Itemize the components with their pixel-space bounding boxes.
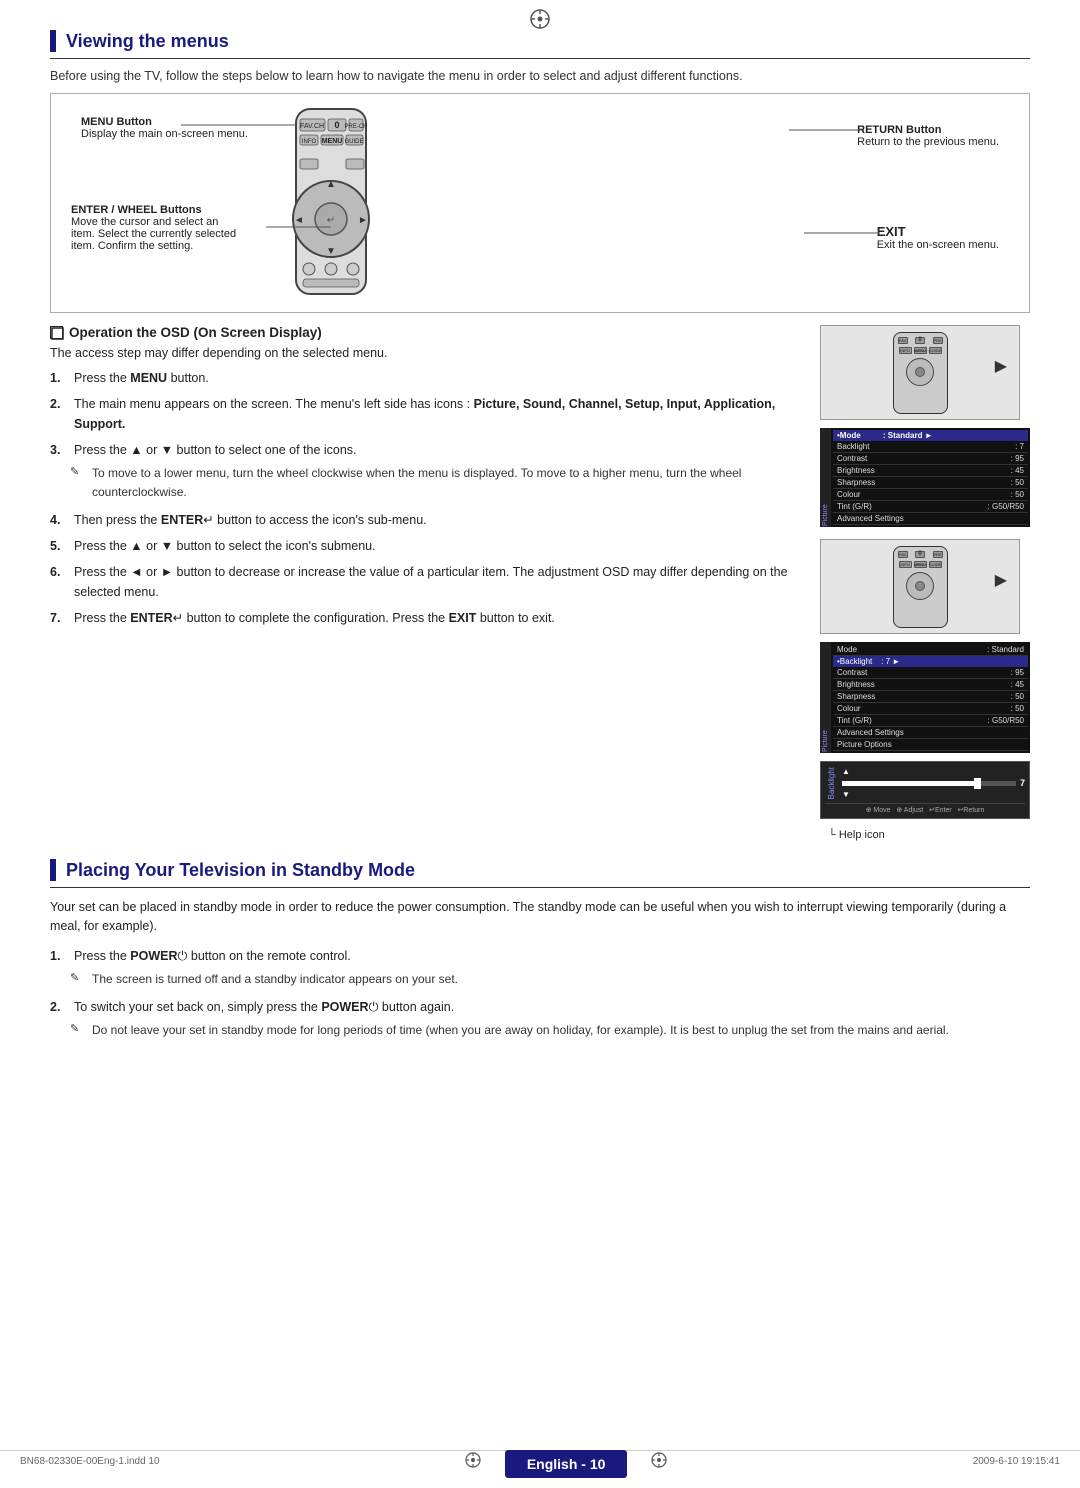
section2-intro: Your set can be placed in standby mode i…	[50, 898, 1030, 936]
exit-annotation: EXIT Exit the on-screen menu.	[877, 224, 999, 251]
bottom-right-compass	[650, 1461, 668, 1472]
svg-text:INFO: INFO	[302, 139, 317, 145]
small-remote-diagram: FAV 0 PRE INFO MENU GUIDE ▶	[820, 325, 1020, 420]
mini-remote-2: FAV 0 PRE INFO MENU GUIDE	[893, 546, 948, 628]
footer-page-label: English - 10	[505, 1450, 628, 1478]
osd-section: Operation the OSD (On Screen Display) Th…	[50, 325, 1030, 841]
svg-text:PRE-CH: PRE-CH	[344, 124, 367, 130]
remote-diagram: FAV.CH 0 PRE-CH INFO MENU GUIDE ↵	[50, 93, 1030, 313]
footer-left: BN68-02330E-00Eng-1.indd 10	[20, 1456, 160, 1467]
osd-access-step: The access step may differ depending on …	[50, 346, 800, 360]
heading-bar	[50, 30, 56, 52]
step-1: 1. Press the MENU button.	[50, 368, 800, 388]
mini-nav-circle-2	[906, 572, 934, 600]
menu-screenshot-2: Picture Mode: Standard •Backlight : 7 ► …	[820, 642, 1030, 753]
arrow-indicator-2: ▶	[995, 570, 1007, 590]
svg-text:GUIDE: GUIDE	[344, 139, 363, 145]
mini-remote: FAV 0 PRE INFO MENU GUIDE	[893, 332, 948, 414]
svg-text:►: ►	[358, 215, 368, 226]
heading-bar-2	[50, 859, 56, 881]
bottom-left-compass	[464, 1461, 485, 1472]
arrow-indicator: ▶	[995, 356, 1007, 376]
section2-heading: Placing Your Television in Standby Mode	[50, 859, 1030, 888]
menu-screenshot-1: Picture •Mode : Standard ► Backlight: 7 …	[820, 428, 1030, 527]
step-5: 5. Press the ▲ or ▼ button to select the…	[50, 536, 800, 556]
remote-svg: FAV.CH 0 PRE-CH INFO MENU GUIDE ↵	[271, 104, 391, 299]
return-annotation: RETURN Button Return to the previous men…	[857, 124, 999, 148]
enter-annotation: ENTER / WHEEL Buttons Move the cursor an…	[71, 204, 236, 252]
svg-text:0: 0	[334, 120, 339, 130]
step-7: 7. Press the ENTER↵ button to complete t…	[50, 608, 800, 628]
step-2: 2. The main menu appears on the screen. …	[50, 394, 800, 434]
osd-steps: 1. Press the MENU button. 2. The main me…	[50, 368, 800, 628]
step-4: 4. Then press the ENTER↵ button to acces…	[50, 510, 800, 530]
standby-step-2-note: ✎ Do not leave your set in standby mode …	[50, 1021, 1030, 1040]
menu-button-annotation: MENU Button Display the main on-screen m…	[81, 116, 248, 140]
section1-title: Viewing the menus	[66, 31, 229, 52]
svg-text:◄: ◄	[294, 215, 304, 226]
osd-heading: Operation the OSD (On Screen Display)	[50, 325, 800, 340]
section1-intro: Before using the TV, follow the steps be…	[50, 69, 1030, 83]
svg-text:FAV.CH: FAV.CH	[300, 123, 324, 130]
checkbox-icon	[50, 326, 63, 339]
section2-title: Placing Your Television in Standby Mode	[66, 860, 415, 881]
mini-nav-circle	[906, 358, 934, 386]
small-remote-diagram-2: FAV 0 PRE INFO MENU GUIDE ▶	[820, 539, 1020, 634]
step-6: 6. Press the ◄ or ► button to decrease o…	[50, 562, 800, 602]
footer: BN68-02330E-00Eng-1.indd 10 English - 10	[0, 1450, 1080, 1472]
svg-text:▲: ▲	[326, 179, 336, 190]
step-3-note: ✎ To move to a lower menu, turn the whee…	[50, 464, 800, 502]
svg-text:▼: ▼	[326, 246, 336, 257]
section2-steps: 1. Press the POWER⏻ button on the remote…	[50, 946, 1030, 1040]
standby-step-2: 2. To switch your set back on, simply pr…	[50, 997, 1030, 1017]
svg-text:MENU: MENU	[322, 138, 343, 145]
screenshots-column: FAV 0 PRE INFO MENU GUIDE ▶	[820, 325, 1030, 841]
standby-step-1-note: ✎ The screen is turned off and a standby…	[50, 970, 1030, 989]
standby-step-1: 1. Press the POWER⏻ button on the remote…	[50, 946, 1030, 966]
svg-text:↵: ↵	[327, 215, 335, 226]
footer-right: 2009-6-10 19:15:41	[973, 1456, 1060, 1467]
step-3: 3. Press the ▲ or ▼ button to select one…	[50, 440, 800, 460]
section2: Placing Your Television in Standby Mode …	[50, 859, 1030, 1040]
help-icon-label: └ Help icon	[820, 829, 1030, 841]
section1-heading: Viewing the menus	[50, 30, 1030, 59]
backlight-box: Backlight ▲ 7 ▼ ⊕ Move	[820, 761, 1030, 819]
